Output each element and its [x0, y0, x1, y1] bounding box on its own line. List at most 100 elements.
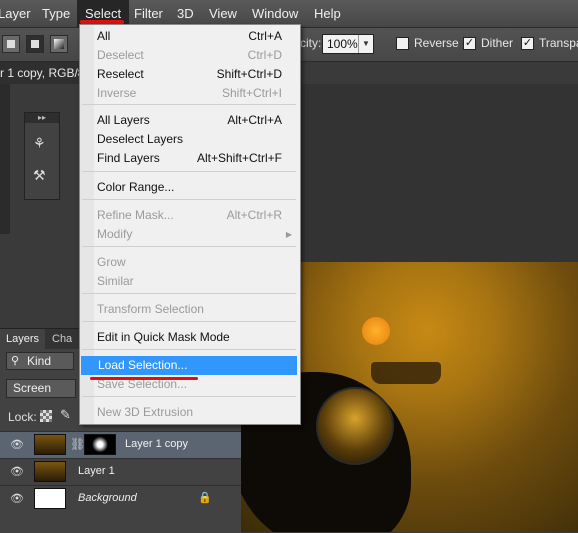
menu-3d[interactable]: 3D [177, 0, 194, 27]
select-dropdown-menu: All Ctrl+A Deselect Ctrl+D Reselect Shift+Ctr… [79, 24, 301, 425]
menu-separator [82, 396, 296, 397]
radial-mode-button[interactable] [26, 35, 44, 53]
menu-item-shortcut: Shift+Ctrl+I [221, 86, 282, 100]
menu-separator [82, 349, 296, 350]
reverse-checkbox[interactable] [396, 37, 409, 50]
menu-separator [82, 321, 296, 322]
left-panel-strip [0, 84, 10, 234]
dither-checkbox[interactable]: ✓ [463, 37, 476, 50]
layer-row[interactable]: 👁 Background 🔒 [0, 485, 241, 512]
menu-item-deselect[interactable]: Deselect Ctrl+D [80, 46, 300, 65]
eye-icon[interactable]: 👁 [10, 438, 24, 451]
menu-separator [82, 171, 296, 172]
menu-item-shortcut: Ctrl+D [247, 48, 282, 62]
menu-item-inverse[interactable]: Inverse Shift+Ctrl+I [80, 84, 300, 103]
menu-item-new-3d-extrusion[interactable]: New 3D Extrusion [80, 403, 300, 422]
linear-mode-button[interactable] [2, 35, 20, 53]
eye-icon[interactable]: 👁 [10, 465, 24, 478]
chevron-down-icon[interactable]: ▼ [358, 35, 373, 53]
menu-item-grow[interactable]: Grow [80, 253, 300, 272]
layer-thumbnail [34, 461, 66, 482]
layer-row[interactable]: 👁 Layer 1 [0, 458, 241, 485]
brush-presets-icon[interactable]: ⚘ [33, 135, 46, 152]
image-boat [371, 362, 441, 384]
layer-name: Layer 1 [78, 465, 115, 477]
menu-item-reselect[interactable]: Reselect Shift+Ctrl+D [80, 65, 300, 84]
lock-pixels-icon[interactable]: ✎ [60, 407, 71, 423]
canvas-top [300, 84, 578, 262]
menu-item-all-layers[interactable]: All Layers Alt+Ctrl+A [80, 111, 300, 130]
transparency-label: Transpar [539, 36, 578, 50]
menu-item-label: Load Selection... [98, 358, 188, 372]
menu-item-label: Deselect Layers [97, 132, 184, 146]
menu-item-find-layers[interactable]: Find Layers Alt+Shift+Ctrl+F [80, 149, 300, 168]
tab-channels[interactable]: Cha [46, 329, 78, 349]
clone-source-icon[interactable]: ⚒ [33, 167, 46, 184]
menu-item-load-selection[interactable]: Load Selection... [81, 356, 297, 375]
menu-item-modify[interactable]: Modify ▶ [80, 225, 300, 244]
image-sun [362, 317, 390, 345]
layer-row[interactable]: 👁 ⛓ Layer 1 copy [0, 431, 241, 458]
opacity-input[interactable]: 100% ▼ [322, 34, 374, 54]
tool-presets-panel: ▸▸ ⚘ ⚒ [24, 112, 60, 200]
menu-item-label: Transform Selection [97, 302, 204, 316]
tab-layers[interactable]: Layers [0, 329, 46, 349]
eye-icon[interactable]: 👁 [10, 492, 24, 505]
opacity-value: 100% [327, 37, 358, 51]
submenu-arrow-icon: ▶ [285, 230, 292, 239]
image-crystal-ball [316, 387, 394, 465]
menu-item-shortcut: Ctrl+A [248, 29, 282, 43]
menu-item-refine-mask[interactable]: Refine Mask... Alt+Ctrl+R [80, 206, 300, 225]
menu-item-shortcut: Shift+Ctrl+D [216, 67, 282, 81]
menu-separator [82, 246, 296, 247]
menu-item-transform-selection[interactable]: Transform Selection [80, 300, 300, 319]
reverse-label: Reverse [414, 36, 459, 50]
menu-item-label: Edit in Quick Mask Mode [97, 330, 230, 344]
menu-item-similar[interactable]: Similar [80, 272, 300, 291]
lock-transparency-icon[interactable] [40, 410, 52, 422]
annotation-underline-load-selection [90, 377, 198, 380]
menu-view[interactable]: View [209, 0, 237, 27]
menu-separator [82, 104, 296, 105]
angle-mode-button[interactable] [50, 35, 68, 53]
layer-name: Layer 1 copy [125, 438, 188, 450]
menu-item-label: Grow [97, 255, 126, 269]
menu-item-all[interactable]: All Ctrl+A [80, 27, 300, 46]
menu-help[interactable]: Help [314, 0, 341, 27]
document-title: r 1 copy, RGB/8 [0, 66, 85, 80]
menu-item-label: Find Layers [97, 151, 160, 165]
kind-label: Kind [27, 354, 52, 368]
menu-item-label: Similar [97, 274, 134, 288]
menu-separator [82, 199, 296, 200]
menu-window[interactable]: Window [252, 0, 298, 27]
menu-item-label: Color Range... [97, 180, 175, 194]
menu-item-label: New 3D Extrusion [97, 405, 194, 419]
menu-item-label: Inverse [97, 86, 137, 100]
menu-item-label: Reselect [97, 67, 144, 81]
blend-mode-select[interactable]: Screen [6, 379, 76, 398]
opacity-label: city: [300, 36, 322, 50]
search-icon: ⚲ [11, 355, 20, 367]
menu-layer[interactable]: Layer [0, 0, 31, 27]
menu-item-label: All [97, 29, 111, 43]
lock-icon: 🔒 [198, 492, 212, 504]
menu-item-shortcut: Alt+Shift+Ctrl+F [196, 151, 282, 165]
transparency-checkbox[interactable]: ✓ [521, 37, 534, 50]
menu-item-shortcut: Alt+Ctrl+A [227, 113, 282, 127]
panel-grip-icon[interactable]: ▸▸ [25, 113, 59, 123]
layer-mask-thumbnail[interactable] [84, 434, 116, 455]
menu-item-edit-in-quick-mask-mode[interactable]: Edit in Quick Mask Mode [80, 328, 300, 347]
menu-filter[interactable]: Filter [134, 0, 163, 27]
menu-item-deselect-layers[interactable]: Deselect Layers [80, 130, 300, 149]
menu-separator [82, 293, 296, 294]
menu-type[interactable]: Type [42, 0, 70, 27]
lock-label: Lock: [8, 410, 37, 424]
kind-filter-select[interactable]: ⚲ Kind [6, 352, 74, 370]
blend-mode-value: Screen [13, 381, 52, 395]
link-icon[interactable]: ⛓ [70, 437, 85, 451]
menu-item-label: Deselect [97, 48, 144, 62]
layer-thumbnail [34, 434, 66, 455]
menu-item-color-range[interactable]: Color Range... [80, 178, 300, 197]
menu-item-label: Refine Mask... [97, 208, 174, 222]
dither-label: Dither [481, 36, 514, 50]
